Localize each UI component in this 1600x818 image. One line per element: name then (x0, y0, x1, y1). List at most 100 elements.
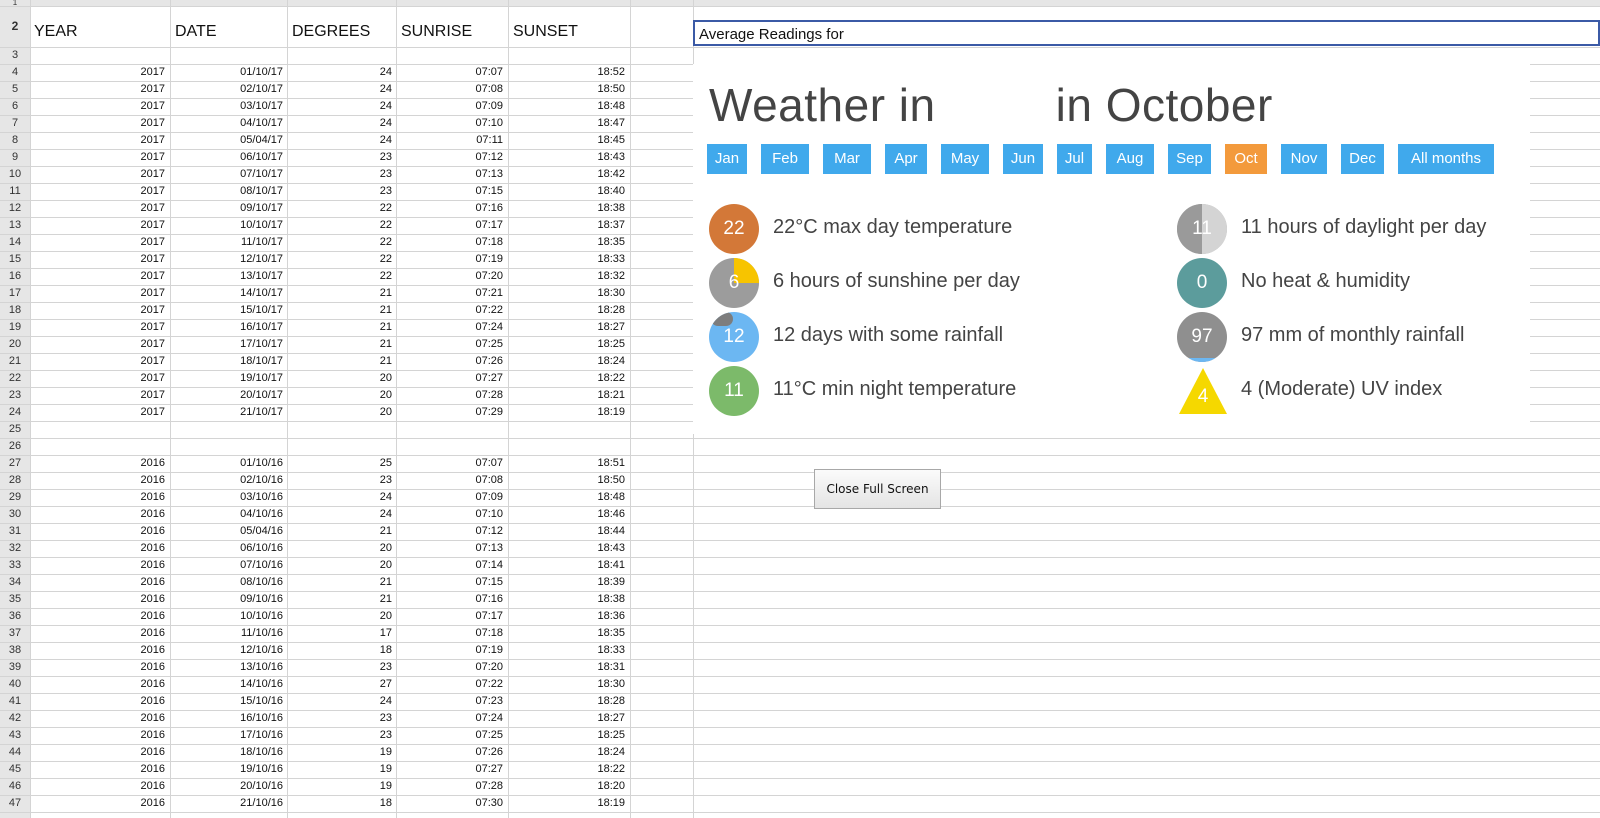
month-tab-may[interactable]: May (941, 144, 989, 174)
month-tab-jul[interactable]: Jul (1057, 144, 1092, 174)
table-cell[interactable]: 17/10/16 (240, 729, 283, 741)
row-number[interactable]: 38 (0, 642, 30, 659)
table-cell[interactable]: 22 (380, 202, 392, 214)
table-cell[interactable]: 2017 (141, 321, 165, 333)
table-cell[interactable]: 03/10/16 (240, 491, 283, 503)
table-cell[interactable]: 2016 (141, 729, 165, 741)
table-cell[interactable]: 19/10/16 (240, 763, 283, 775)
table-cell[interactable]: 07:24 (475, 712, 503, 724)
table-cell[interactable]: 06/10/17 (240, 151, 283, 163)
table-cell[interactable]: 18:42 (597, 168, 625, 180)
table-cell[interactable]: 05/04/16 (240, 525, 283, 537)
row-number[interactable]: 42 (0, 710, 30, 727)
row-number[interactable]: 20 (0, 336, 30, 353)
table-cell[interactable]: 07:12 (475, 525, 503, 537)
table-cell[interactable]: 07:13 (475, 542, 503, 554)
row-number[interactable]: 21 (0, 353, 30, 370)
table-cell[interactable]: 2016 (141, 763, 165, 775)
table-cell[interactable]: 2016 (141, 491, 165, 503)
month-tab-jun[interactable]: Jun (1003, 144, 1043, 174)
table-cell[interactable]: 2016 (141, 627, 165, 639)
table-cell[interactable]: 2017 (141, 185, 165, 197)
table-cell[interactable]: 21 (380, 287, 392, 299)
table-cell[interactable]: 04/10/16 (240, 508, 283, 520)
table-cell[interactable]: 21 (380, 321, 392, 333)
table-cell[interactable]: 11/10/16 (241, 627, 283, 639)
table-cell[interactable]: 24 (380, 695, 392, 707)
table-cell[interactable]: 18:43 (597, 151, 625, 163)
table-cell[interactable]: 18:38 (597, 593, 625, 605)
table-cell[interactable]: 18:44 (597, 525, 625, 537)
table-cell[interactable]: 23 (380, 712, 392, 724)
table-cell[interactable]: 09/10/17 (240, 202, 283, 214)
table-cell[interactable]: 07:13 (475, 168, 503, 180)
table-cell[interactable]: 2016 (141, 780, 165, 792)
table-cell[interactable]: 24 (380, 508, 392, 520)
table-cell[interactable]: 07:16 (475, 202, 503, 214)
table-cell[interactable]: 07:08 (475, 83, 503, 95)
table-cell[interactable]: 18:19 (597, 406, 625, 418)
table-cell[interactable]: 2017 (141, 202, 165, 214)
table-cell[interactable]: 2016 (141, 474, 165, 486)
table-cell[interactable]: 18:33 (597, 644, 625, 656)
table-cell[interactable]: 18:50 (597, 474, 625, 486)
table-cell[interactable]: 2016 (141, 508, 165, 520)
table-cell[interactable]: 27 (380, 678, 392, 690)
table-cell[interactable]: 24 (380, 83, 392, 95)
table-cell[interactable]: 18:45 (597, 134, 625, 146)
table-cell[interactable]: 21/10/16 (240, 797, 283, 809)
row-number[interactable]: 4 (0, 64, 30, 81)
table-cell[interactable]: 07:07 (475, 457, 503, 469)
table-cell[interactable]: 07:29 (475, 406, 503, 418)
table-cell[interactable]: 24 (380, 117, 392, 129)
row-number[interactable]: 37 (0, 625, 30, 642)
row-number[interactable]: 14 (0, 234, 30, 251)
table-cell[interactable]: 18:24 (597, 355, 625, 367)
table-cell[interactable]: 07:07 (475, 66, 503, 78)
row-number[interactable]: 24 (0, 404, 30, 421)
table-cell[interactable]: 18:36 (597, 610, 625, 622)
table-cell[interactable]: 21/10/17 (240, 406, 283, 418)
table-cell[interactable]: 19 (380, 746, 392, 758)
table-cell[interactable]: 07/10/17 (240, 168, 283, 180)
table-cell[interactable]: 24 (380, 66, 392, 78)
month-tab-all-months[interactable]: All months (1398, 144, 1494, 174)
row-number[interactable]: 46 (0, 778, 30, 795)
table-cell[interactable]: 2016 (141, 576, 165, 588)
row-number[interactable]: 39 (0, 659, 30, 676)
table-cell[interactable]: 07:27 (475, 372, 503, 384)
row-number[interactable]: 15 (0, 251, 30, 268)
table-cell[interactable]: 21 (380, 525, 392, 537)
row-number[interactable]: 32 (0, 540, 30, 557)
month-tab-mar[interactable]: Mar (823, 144, 871, 174)
row-number[interactable]: 30 (0, 506, 30, 523)
table-cell[interactable]: 07:20 (475, 661, 503, 673)
table-cell[interactable]: 18:25 (597, 338, 625, 350)
table-cell[interactable]: 12/10/16 (240, 644, 283, 656)
row-number[interactable]: 12 (0, 200, 30, 217)
row-number[interactable]: 19 (0, 319, 30, 336)
row-number[interactable]: 10 (0, 166, 30, 183)
month-tab-oct[interactable]: Oct (1225, 144, 1267, 174)
table-cell[interactable]: 07:09 (475, 100, 503, 112)
month-tab-dec[interactable]: Dec (1341, 144, 1384, 174)
row-number[interactable]: 43 (0, 727, 30, 744)
table-cell[interactable]: 07:18 (475, 236, 503, 248)
table-cell[interactable]: 02/10/17 (240, 83, 283, 95)
table-cell[interactable]: 2016 (141, 712, 165, 724)
table-cell[interactable]: 23 (380, 151, 392, 163)
table-cell[interactable]: 2017 (141, 168, 165, 180)
table-cell[interactable]: 19 (380, 780, 392, 792)
row-number[interactable]: 34 (0, 574, 30, 591)
table-cell[interactable]: 17/10/17 (240, 338, 283, 350)
table-cell[interactable]: 2017 (141, 287, 165, 299)
table-cell[interactable]: 2017 (141, 219, 165, 231)
table-cell[interactable]: 07:28 (475, 780, 503, 792)
table-cell[interactable]: 07:17 (475, 219, 503, 231)
table-cell[interactable]: 18:35 (597, 627, 625, 639)
table-cell[interactable]: 07:12 (475, 151, 503, 163)
table-cell[interactable]: 2017 (141, 406, 165, 418)
table-cell[interactable]: 24 (380, 100, 392, 112)
row-number[interactable]: 40 (0, 676, 30, 693)
table-cell[interactable]: 07:22 (475, 678, 503, 690)
